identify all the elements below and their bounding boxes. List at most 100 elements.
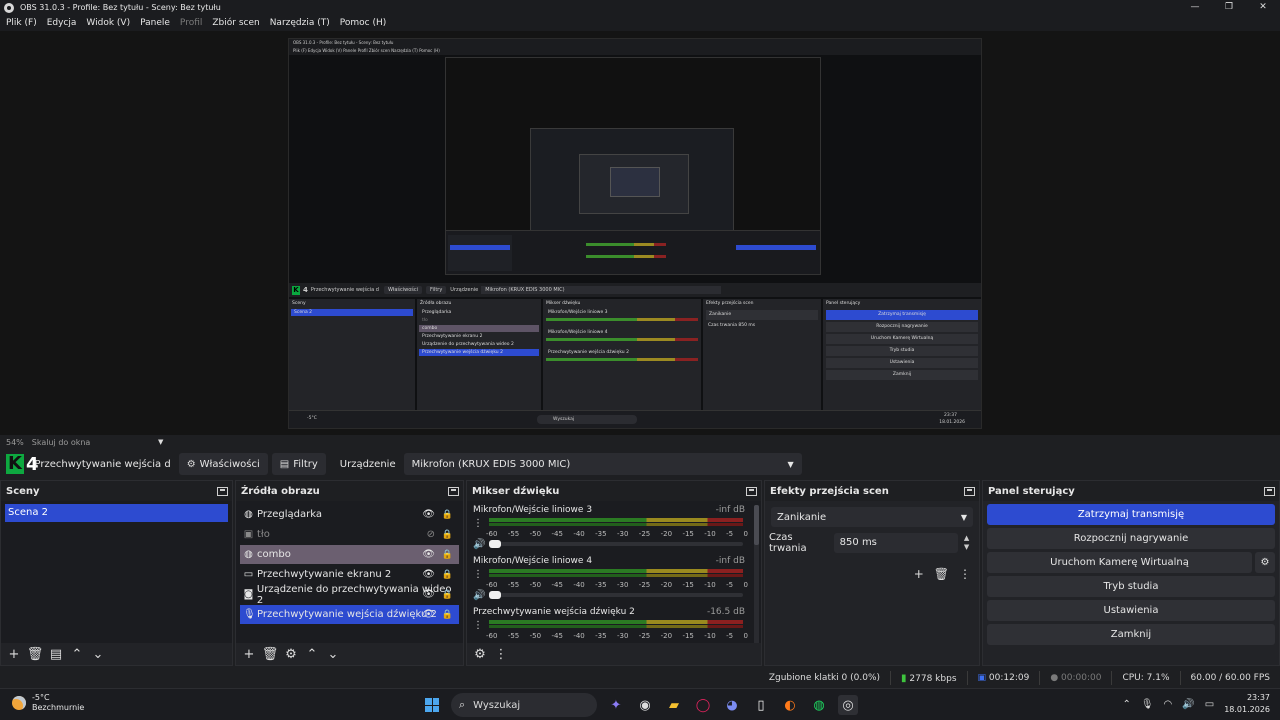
- obs-taskbar-icon[interactable]: ◎: [838, 695, 858, 715]
- source-item[interactable]: ◙ Urządzenie do przechwytywania wideo 2 …: [240, 584, 459, 606]
- add-transition-button[interactable]: +: [914, 567, 924, 581]
- lock-icon[interactable]: 🔒: [442, 530, 453, 540]
- undock-icon[interactable]: [448, 486, 459, 496]
- menu-file[interactable]: Plik (F): [6, 18, 37, 28]
- eye-icon[interactable]: 👁: [422, 549, 435, 560]
- menu-scene-collection[interactable]: Zbiór scen: [212, 18, 259, 28]
- filters-button[interactable]: ▤ Filtry: [271, 453, 326, 475]
- trash-icon[interactable]: 🗑: [934, 567, 949, 581]
- trash-icon[interactable]: 🗑: [261, 645, 279, 663]
- scene-item[interactable]: Scena 2: [5, 504, 228, 522]
- source-item[interactable]: ◍ combo 👁 🔒: [240, 545, 459, 564]
- weather-widget[interactable]: -5°C Bezchmurnie: [12, 693, 84, 713]
- chevron-down-icon[interactable]: ▼: [158, 438, 163, 446]
- undock-icon[interactable]: [217, 486, 228, 496]
- transition-select[interactable]: Zanikanie ▼: [771, 507, 973, 527]
- obs-logo-icon: [4, 2, 14, 13]
- microphone-icon[interactable]: 🎙: [1141, 699, 1154, 710]
- lock-icon[interactable]: 🔒: [442, 590, 453, 600]
- move-up-button[interactable]: ⌃: [303, 645, 321, 663]
- filter-icon[interactable]: ▤: [47, 645, 65, 663]
- lock-icon[interactable]: 🔒: [442, 550, 453, 560]
- settings-button[interactable]: Ustawienia: [987, 600, 1275, 621]
- chevron-up-icon[interactable]: ⌃: [1122, 699, 1130, 710]
- gears-icon[interactable]: ⚙: [471, 645, 489, 663]
- teams-icon[interactable]: ✦: [606, 695, 626, 715]
- menu-view[interactable]: Widok (V): [86, 18, 130, 28]
- menu-docks[interactable]: Panele: [140, 18, 170, 28]
- file-explorer-icon[interactable]: ▰: [664, 695, 684, 715]
- start-recording-button[interactable]: Rozpocznij nagrywanie: [987, 528, 1275, 549]
- undock-icon[interactable]: [964, 486, 975, 496]
- kebab-menu-icon[interactable]: ⋮: [473, 518, 483, 529]
- properties-button[interactable]: ⚙ Właściwości: [178, 453, 268, 475]
- eye-icon[interactable]: 👁: [422, 509, 435, 520]
- undock-icon[interactable]: [1264, 486, 1275, 496]
- maximize-button[interactable]: ❐: [1212, 0, 1246, 15]
- move-down-button[interactable]: ⌄: [324, 645, 342, 663]
- speaker-icon[interactable]: 🔊: [473, 590, 485, 601]
- clock[interactable]: 23:37 18.01.2026: [1224, 692, 1270, 716]
- menu-edit[interactable]: Edycja: [47, 18, 77, 28]
- add-source-button[interactable]: +: [240, 645, 258, 663]
- globe-icon: ◍: [244, 509, 253, 520]
- nested-mixer-title: Mikser dźwięku: [546, 301, 581, 306]
- move-up-button[interactable]: ⌃: [68, 645, 86, 663]
- gear-icon[interactable]: ⚙: [1255, 552, 1275, 573]
- menu-help[interactable]: Pomoc (H): [340, 18, 387, 28]
- steam-icon[interactable]: ◉: [635, 695, 655, 715]
- speaker-icon[interactable]: 🔊: [473, 539, 485, 550]
- trash-icon[interactable]: 🗑: [26, 645, 44, 663]
- add-scene-button[interactable]: +: [5, 645, 23, 663]
- preview-area[interactable]: OBS 31.0.3 - Profile: Bez tytułu - Sceny…: [0, 31, 1280, 435]
- document-icon[interactable]: ▯: [751, 695, 771, 715]
- duration-stepper[interactable]: ▲ ▼: [960, 534, 973, 552]
- nested-highlight: [450, 245, 510, 250]
- nested-meter: [586, 243, 666, 246]
- exit-button[interactable]: Zamknij: [987, 624, 1275, 645]
- source-item[interactable]: ◍ Przeglądarka 👁 🔒: [240, 505, 459, 524]
- preview-canvas[interactable]: OBS 31.0.3 - Profile: Bez tytułu - Sceny…: [288, 38, 982, 429]
- discord-icon[interactable]: ◕: [722, 695, 742, 715]
- undock-icon[interactable]: [746, 486, 757, 496]
- kebab-menu-icon[interactable]: ⋮: [473, 569, 483, 580]
- lock-icon[interactable]: 🔒: [442, 510, 453, 520]
- firefox-icon[interactable]: ◐: [780, 695, 800, 715]
- nested-transition-select: Zanikanie: [706, 310, 818, 320]
- move-down-button[interactable]: ⌄: [89, 645, 107, 663]
- menu-profile[interactable]: Profil: [180, 18, 202, 28]
- spotify-icon[interactable]: ◍: [809, 695, 829, 715]
- stop-stream-button[interactable]: Zatrzymaj transmisję: [987, 504, 1275, 525]
- eye-icon[interactable]: 👁: [422, 609, 435, 620]
- virtual-camera-button[interactable]: Uruchom Kamerę Wirtualną: [987, 552, 1252, 573]
- source-item[interactable]: ▭ Przechwytywanie ekranu 2 👁 🔒: [240, 565, 459, 584]
- studio-mode-button[interactable]: Tryb studia: [987, 576, 1275, 597]
- windows-start-icon[interactable]: [422, 695, 442, 715]
- menu-tools[interactable]: Narzędzia (T): [270, 18, 330, 28]
- kebab-menu-icon[interactable]: ⋮: [492, 645, 510, 663]
- device-select[interactable]: Mikrofon (KRUX EDIS 3000 MIC) ▼: [403, 453, 802, 475]
- opera-icon[interactable]: ◯: [693, 695, 713, 715]
- source-item[interactable]: ▣ tło ⊘ 🔒: [240, 525, 459, 544]
- wifi-icon[interactable]: ◠: [1164, 699, 1173, 710]
- close-button[interactable]: ✕: [1246, 0, 1280, 15]
- volume-slider[interactable]: [489, 591, 743, 599]
- volume-icon[interactable]: 🔊: [1182, 699, 1194, 710]
- lock-icon[interactable]: 🔒: [442, 570, 453, 580]
- system-tray: ⌃ 🎙 ◠ 🔊 ▭ 23:37 18.01.2026: [1122, 692, 1270, 716]
- eye-icon[interactable]: 👁: [422, 589, 435, 600]
- kebab-menu-icon[interactable]: ⋮: [473, 620, 483, 631]
- kebab-menu-icon[interactable]: ⋮: [959, 567, 971, 581]
- gear-icon[interactable]: ⚙: [282, 645, 300, 663]
- taskbar-search[interactable]: ⌕ Wyszukaj: [451, 693, 597, 717]
- lock-icon[interactable]: 🔒: [442, 610, 453, 620]
- source-item[interactable]: 🎙 Przechwytywanie wejścia dźwięku 2 👁 🔒: [240, 605, 459, 624]
- eye-icon[interactable]: 👁: [422, 569, 435, 580]
- scale-mode-select[interactable]: Skaluj do okna: [32, 438, 91, 447]
- sources-title: Źródła obrazu: [241, 485, 320, 497]
- eye-off-icon[interactable]: ⊘: [427, 529, 435, 540]
- duration-input[interactable]: 850 ms: [833, 533, 959, 553]
- minimize-button[interactable]: —: [1178, 0, 1212, 15]
- battery-icon[interactable]: ▭: [1205, 699, 1214, 710]
- volume-slider[interactable]: [489, 540, 743, 548]
